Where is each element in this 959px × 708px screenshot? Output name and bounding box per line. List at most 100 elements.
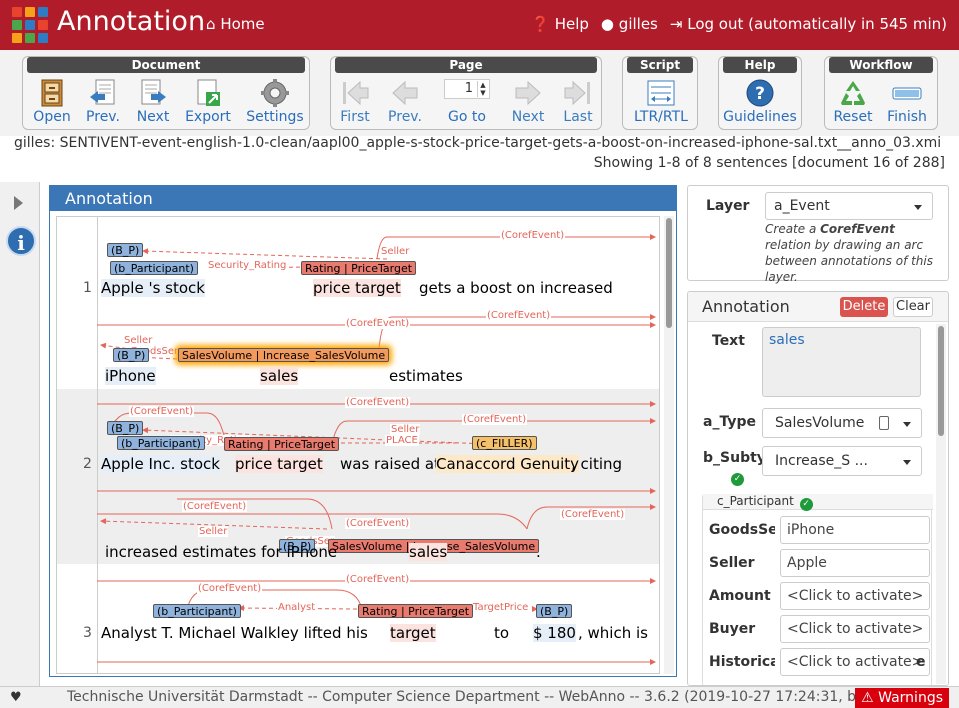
help-link[interactable]: ❓ Help — [531, 15, 589, 33]
info-icon[interactable]: i — [6, 226, 36, 256]
next-page-button[interactable]: Next — [501, 79, 555, 125]
span-label[interactable]: Rating | PriceTarget — [224, 437, 340, 451]
token[interactable]: gets a boost on increased — [419, 279, 613, 297]
arc-label[interactable]: Seller — [123, 335, 154, 346]
token[interactable]: price target — [313, 279, 401, 297]
b-subtype-select[interactable]: Increase_S ... — [762, 446, 922, 476]
span-label[interactable]: (B_P) — [107, 421, 144, 435]
token[interactable]: sales — [260, 367, 299, 385]
token[interactable]: target — [390, 624, 436, 642]
span-label[interactable]: (c_FILLER) — [472, 436, 537, 450]
settings-button[interactable]: Settings — [245, 79, 305, 125]
last-page-button[interactable]: Last — [551, 79, 605, 125]
arc-label[interactable]: Seller — [198, 526, 229, 537]
arc-label[interactable]: (CorefEvent) — [345, 518, 411, 529]
arc-label[interactable]: (CorefEvent) — [182, 501, 248, 512]
token[interactable]: $ 180 — [533, 624, 576, 642]
arc-label[interactable]: (CorefEvent) — [500, 230, 566, 241]
span-label[interactable]: (b_Participant) — [110, 261, 198, 275]
warnings-button[interactable]: ⚠ Warnings — [855, 688, 949, 708]
user-link[interactable]: ● gilles — [601, 15, 658, 33]
layer-select[interactable]: a_Event — [765, 192, 933, 220]
finish-button[interactable]: Finish — [880, 79, 934, 125]
token[interactable]: sales — [409, 543, 448, 561]
selected-span-label[interactable]: SalesVolume | Increase_SalesVolume — [178, 348, 390, 362]
goto-page-button[interactable]: 1 ▲ ▼ Go to — [439, 79, 495, 125]
open-button[interactable]: Open — [25, 79, 79, 125]
logout-link[interactable]: ⇥ Log out (automatically in 545 min) — [670, 15, 947, 33]
prev-page-button[interactable]: Prev. — [378, 79, 432, 125]
token[interactable]: . — [536, 543, 541, 561]
arc-label[interactable]: TargetPrice — [472, 602, 530, 613]
arc-label[interactable]: (CorefEvent) — [560, 509, 626, 520]
token[interactable]: increased estimates for iPhone — [105, 543, 337, 561]
token[interactable]: Analyst T. Michael Walkley lifted his — [101, 624, 368, 642]
first-page-button[interactable]: First — [328, 79, 382, 125]
ltr-rtl-button[interactable]: LTR/RTL — [631, 79, 691, 125]
arc-label[interactable]: Seller — [390, 424, 421, 435]
slot-input[interactable]: <Click to activate> — [780, 648, 930, 676]
span-label[interactable]: Rating | PriceTarget — [301, 261, 417, 275]
clear-button[interactable]: Clear — [893, 297, 933, 317]
slot-input[interactable]: iPhone — [780, 516, 930, 544]
annotation-editor[interactable]: (CorefEvent) Seller Security_Rating (B_P… — [56, 216, 660, 674]
sentence-number: 1 — [83, 280, 92, 296]
slot-input[interactable]: <Click to activate> — [780, 615, 930, 643]
text-direction-icon — [646, 79, 676, 107]
span-label[interactable]: (b_Participant) — [153, 604, 241, 618]
span-label[interactable]: (b_Participant) — [117, 436, 205, 450]
spinner-icon[interactable]: ▲ ▼ — [477, 81, 488, 97]
token[interactable]: Canaccord Genuity — [436, 455, 580, 473]
expand-sidebar-icon[interactable] — [14, 196, 23, 210]
delete-button[interactable]: Delete — [840, 297, 888, 317]
guidelines-button[interactable]: ? Guidelines — [721, 79, 799, 125]
token[interactable]: price target — [235, 455, 323, 473]
arc-label[interactable]: (CorefEvent) — [345, 574, 411, 585]
arc-label[interactable]: Analyst — [277, 602, 317, 613]
arc-label[interactable]: PLACE — [385, 435, 419, 446]
token[interactable]: , which is — [578, 624, 648, 642]
arc-label[interactable]: (CorefEvent) — [462, 414, 528, 425]
span-label[interactable]: (B_P) — [107, 243, 144, 257]
detail-scrollbar[interactable] — [936, 324, 946, 684]
sentence-3: (CorefEvent) (CorefEvent) Analyst Target… — [57, 564, 659, 673]
next-document-button[interactable]: Next — [126, 79, 180, 125]
token[interactable]: estimates — [389, 367, 463, 385]
top-navbar: Annotation ⌂ Home ❓ Help ● gilles ⇥ Log … — [0, 0, 959, 50]
a-type-select[interactable]: SalesVolume — [762, 408, 922, 438]
arc-label[interactable]: Seller — [380, 246, 411, 257]
arc-label[interactable]: (CorefEvent) — [345, 397, 411, 408]
scrollbar-thumb[interactable] — [666, 218, 672, 328]
arrow-right-icon — [513, 79, 543, 107]
span-label[interactable]: (B_P) — [536, 604, 573, 618]
slot-input[interactable]: Apple — [780, 549, 930, 577]
slot-input[interactable]: <Click to activate> — [780, 582, 930, 610]
page-number-input[interactable]: 1 ▲ ▼ — [444, 79, 490, 99]
token[interactable]: iPhone — [105, 367, 156, 385]
sentence-2: (CorefEvent) (CorefEvent) (CorefEvent) S… — [57, 389, 659, 564]
home-link[interactable]: ⌂ Home — [206, 15, 265, 33]
prev-document-icon — [88, 79, 118, 107]
token[interactable]: , citing — [571, 455, 622, 473]
arc-label[interactable]: Security_Rating — [207, 260, 288, 271]
annotation-panel-title: Annotation — [50, 186, 676, 211]
editor-scrollbar[interactable] — [664, 216, 674, 674]
arc-label[interactable]: (CorefEvent) — [129, 406, 195, 417]
arc-label[interactable]: (CorefEvent) — [197, 583, 263, 594]
span-label[interactable]: (B_P) — [113, 348, 150, 362]
sentence-1: (CorefEvent) Seller Security_Rating (B_P… — [57, 217, 659, 389]
arc-label[interactable]: (CorefEvent) — [486, 310, 552, 321]
app-logo[interactable] — [12, 7, 48, 43]
token[interactable]: Apple Inc. stock — [101, 455, 220, 473]
export-button[interactable]: Export — [181, 79, 235, 125]
token[interactable]: to — [494, 624, 509, 642]
prev-document-button[interactable]: Prev. — [76, 79, 130, 125]
token[interactable]: was raised at — [340, 455, 440, 473]
token[interactable]: Apple 's stock — [101, 279, 205, 297]
page-group: Page First Prev. 1 ▲ ▼ Go to Next Last — [330, 56, 602, 130]
arc-label[interactable]: (CorefEvent) — [345, 318, 411, 329]
scrollbar-thumb[interactable] — [938, 326, 944, 436]
annotation-detail-header: Annotation Delete Clear — [688, 292, 948, 322]
span-label[interactable]: Rating | PriceTarget — [358, 604, 474, 618]
reset-button[interactable]: Reset — [826, 79, 880, 125]
